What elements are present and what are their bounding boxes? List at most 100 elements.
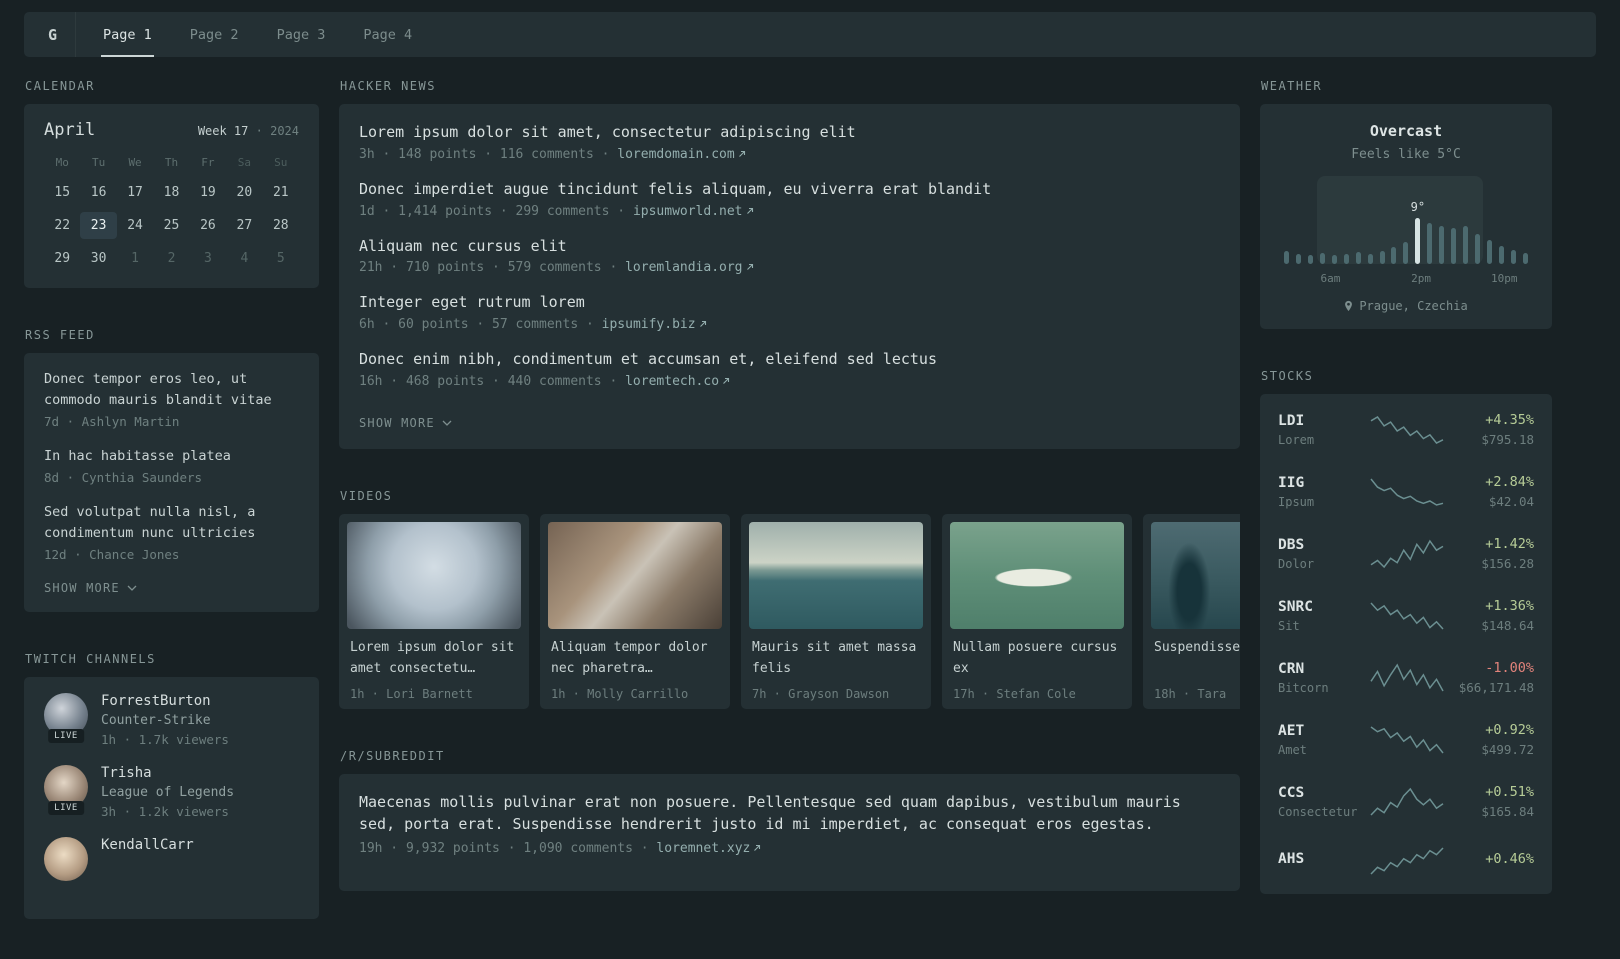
stock-row[interactable]: IIG Ipsum +2.84% $42.04 [1278, 474, 1534, 509]
stock-row[interactable]: CCS Consectetur +0.51% $165.84 [1278, 784, 1534, 819]
twitch-channel-row[interactable]: LIVE ForrestBurton Counter-Strike 1h · 1… [44, 692, 299, 747]
calendar-day-name: Th [164, 156, 179, 169]
weather-bar [1367, 180, 1373, 264]
reddit-headline[interactable]: Maecenas mollis pulvinar erat non posuer… [359, 792, 1220, 836]
channel-meta: 3h · 1.2k viewers [101, 803, 229, 819]
stock-symbol: SNRC [1278, 598, 1313, 615]
weather-bar [1439, 180, 1445, 264]
hn-item: Integer eget rutrum lorem 6h · 60 points… [359, 292, 1220, 332]
video-card[interactable]: Aliquam tempor dolor nec pharetra… 1h · … [540, 513, 730, 709]
calendar-cell: 18 [163, 185, 180, 200]
hn-headline[interactable]: Integer eget rutrum lorem [359, 292, 1220, 314]
stock-row[interactable]: AHS +0.46% [1278, 846, 1534, 876]
hn-headline[interactable]: Aliquam nec cursus elit [359, 236, 1220, 258]
calendar-cell: 26 [200, 218, 216, 233]
hn-show-more-button[interactable]: SHOW MORE [359, 416, 452, 430]
stock-row[interactable]: LDI Lorem +4.35% $795.18 [1278, 412, 1534, 447]
twitch-channel-row[interactable]: KendallCarr [44, 836, 299, 885]
channel-game: League of Legends [101, 784, 235, 800]
rss-item: In hac habitasse platea 8d · Cynthia Sau… [44, 446, 299, 485]
hn-headline[interactable]: Donec enim nibh, condimentum et accumsan… [359, 349, 1220, 371]
stock-name: Lorem [1278, 432, 1315, 447]
twitch-channel-row[interactable]: LIVE Trisha League of Legends 3h · 1.2k … [44, 764, 299, 819]
section-title-hackernews: HACKER NEWS [340, 79, 436, 93]
stock-row[interactable]: SNRC Sit +1.36% $148.64 [1278, 598, 1534, 633]
rss-meta: 8d · Cynthia Saunders [44, 469, 203, 485]
calendar-card: April Week 17 · 2024 Mo Tu We Th Fr Sa Su 15 16… [24, 104, 319, 288]
avatar: LIVE [44, 764, 88, 815]
reddit-source-link[interactable]: loremnet.xyz [656, 841, 761, 856]
calendar-cell: 3 [204, 251, 212, 266]
hn-source-link[interactable]: ipsumify.biz [602, 317, 707, 332]
stock-change: +2.84% [1485, 474, 1534, 490]
video-card[interactable]: Nullam posuere cursus ex 17h · Stefan Co… [942, 513, 1132, 709]
calendar-cell: 19 [200, 185, 216, 200]
hn-source-link[interactable]: ipsumworld.net [633, 204, 754, 219]
twitch-widget: TWITCH CHANNELS LIVE ForrestBurton Count… [24, 652, 319, 919]
weather-bar [1355, 180, 1361, 264]
weather-bar [1475, 180, 1480, 264]
stock-row[interactable]: DBS Dolor +1.42% $156.28 [1278, 536, 1534, 571]
app-logo[interactable]: G [30, 12, 76, 57]
channel-meta: 1h · 1.7k viewers [101, 731, 229, 747]
calendar-cell: 30 [90, 251, 107, 266]
weather-time-label: 10pm [1491, 272, 1518, 285]
stock-symbol: LDI [1278, 412, 1305, 429]
rss-item: Donec tempor eros leo, ut commodo mauris… [44, 369, 299, 429]
location-pin-icon [1345, 300, 1353, 312]
tab-page-3[interactable]: Page 3 [258, 12, 345, 57]
hn-meta: 1d · 1,414 points · 299 comments · ipsum… [359, 204, 1220, 219]
stock-name: Consectetur [1278, 804, 1358, 819]
hn-meta: 21h · 710 points · 579 comments · loreml… [359, 260, 1220, 275]
rss-show-more-button[interactable]: SHOW MORE [44, 581, 137, 595]
rss-headline[interactable]: Sed volutpat nulla nisl, a condimentum n… [44, 502, 299, 544]
section-title-calendar: CALENDAR [25, 79, 95, 93]
weather-bar [1463, 180, 1469, 264]
video-thumbnail [950, 521, 1124, 629]
stock-symbol: CCS [1278, 784, 1305, 801]
stock-symbol: CRN [1278, 660, 1305, 677]
tab-page-4[interactable]: Page 4 [344, 12, 431, 57]
stock-name: Bitcorn [1278, 680, 1329, 695]
tab-page-1[interactable]: Page 1 [84, 12, 171, 57]
video-title: Suspendisse diam [1154, 639, 1240, 655]
stock-name: Amet [1278, 742, 1307, 757]
weather-widget: WEATHER Overcast Feels like 5°C 9° 6am 2p… [1260, 79, 1552, 329]
stock-change: +0.51% [1485, 784, 1534, 800]
stock-row[interactable]: AET Amet +0.92% $499.72 [1278, 722, 1534, 757]
video-card[interactable]: Mauris sit amet massa felis 7h · Grayson… [741, 513, 931, 709]
calendar-day-name: Sa [237, 156, 251, 169]
channel-name: ForrestBurton [101, 692, 211, 709]
video-thumbnail [548, 521, 722, 629]
hackernews-card: Lorem ipsum dolor sit amet, consectetur … [339, 104, 1240, 449]
stock-row[interactable]: CRN Bitcorn -1.00% $66,171.48 [1278, 660, 1534, 695]
hn-item: Lorem ipsum dolor sit amet, consectetur … [359, 122, 1220, 162]
reddit-post: Maecenas mollis pulvinar erat non posuer… [359, 792, 1220, 857]
weather-bar [1319, 180, 1325, 264]
calendar-cell: 27 [236, 218, 253, 233]
video-title: Nullam posuere cursus ex [953, 639, 1118, 676]
section-title-videos: VIDEOS [340, 488, 393, 503]
weather-feels-like: Feels like 5°C [1351, 147, 1461, 162]
live-badge: LIVE [48, 800, 84, 815]
tab-page-2[interactable]: Page 2 [171, 12, 258, 57]
stock-price: $156.28 [1481, 556, 1534, 571]
hn-source-link[interactable]: loremtech.co [625, 374, 730, 389]
hn-source-link[interactable]: loremlandia.org [625, 260, 753, 275]
hn-headline[interactable]: Lorem ipsum dolor sit amet, consectetur … [359, 122, 1220, 144]
video-card[interactable]: Suspendisse diam 18h · Tara [1143, 513, 1240, 709]
calendar-cell: 4 [240, 251, 249, 266]
live-badge: LIVE [48, 728, 84, 743]
hn-headline[interactable]: Donec imperdiet augue tincidunt felis al… [359, 179, 1220, 201]
stock-price: $42.04 [1488, 494, 1534, 509]
weather-time-label: 2pm [1411, 272, 1432, 285]
rss-headline[interactable]: In hac habitasse platea [44, 446, 299, 467]
rss-headline[interactable]: Donec tempor eros leo, ut commodo mauris… [44, 369, 299, 411]
calendar-cell: 15 [54, 185, 71, 200]
videos-row: Lorem ipsum dolor sit amet consectetu… 1… [339, 513, 1240, 709]
stock-change: -1.00% [1485, 660, 1534, 676]
video-card[interactable]: Lorem ipsum dolor sit amet consectetu… 1… [339, 513, 529, 709]
stock-change: +1.36% [1485, 598, 1534, 614]
hn-source-link[interactable]: loremdomain.com [617, 147, 745, 162]
channel-name: KendallCarr [101, 836, 194, 853]
